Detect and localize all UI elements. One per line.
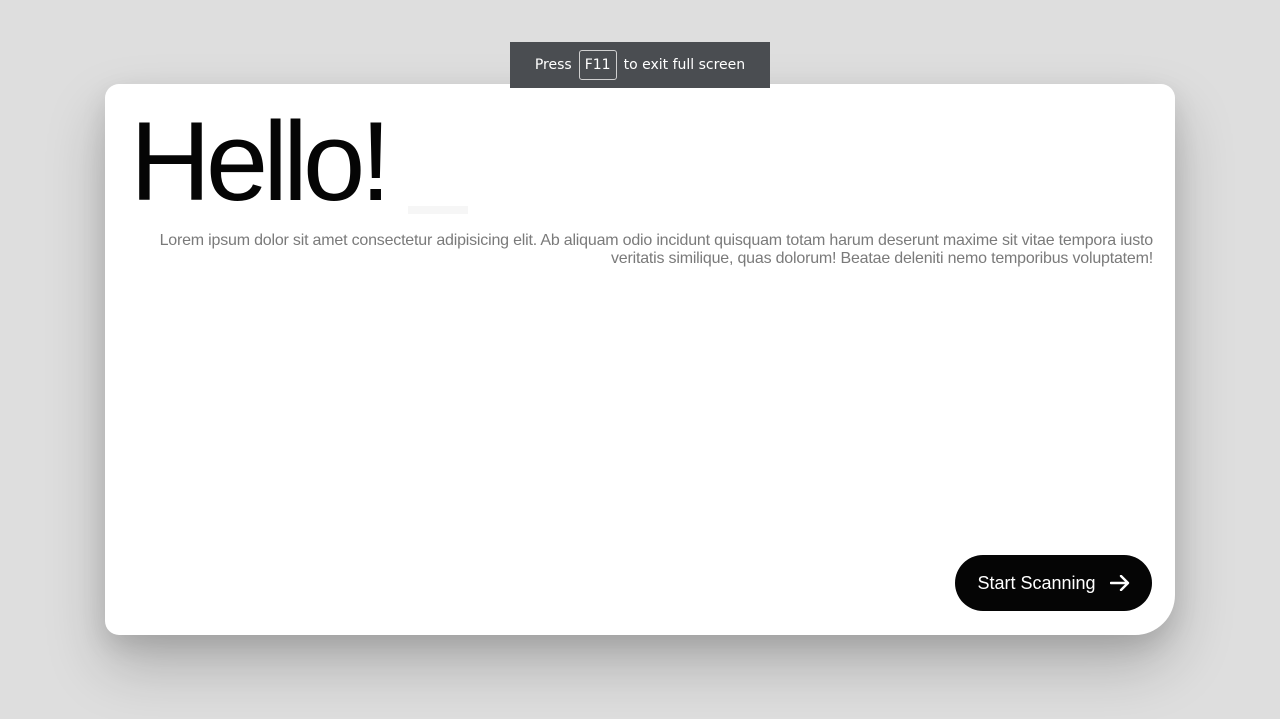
fullscreen-exit-notice: Press F11 to exit full screen [510,42,770,88]
notice-suffix: to exit full screen [623,57,746,73]
f11-key-badge: F11 [578,50,617,80]
page-title: Hello! [130,99,391,224]
title-underline [408,206,468,214]
page: Press F11 to exit full screen Hello! Lor… [0,0,1280,719]
arrow-right-icon [1109,575,1130,591]
start-scanning-label: Start Scanning [977,572,1096,593]
notice-prefix: Press [534,57,572,73]
description-text: Lorem ipsum dolor sit amet consectetur a… [159,232,1154,267]
welcome-card: Hello! Lorem ipsum dolor sit amet consec… [105,84,1175,635]
start-scanning-button[interactable]: Start Scanning [955,555,1152,611]
